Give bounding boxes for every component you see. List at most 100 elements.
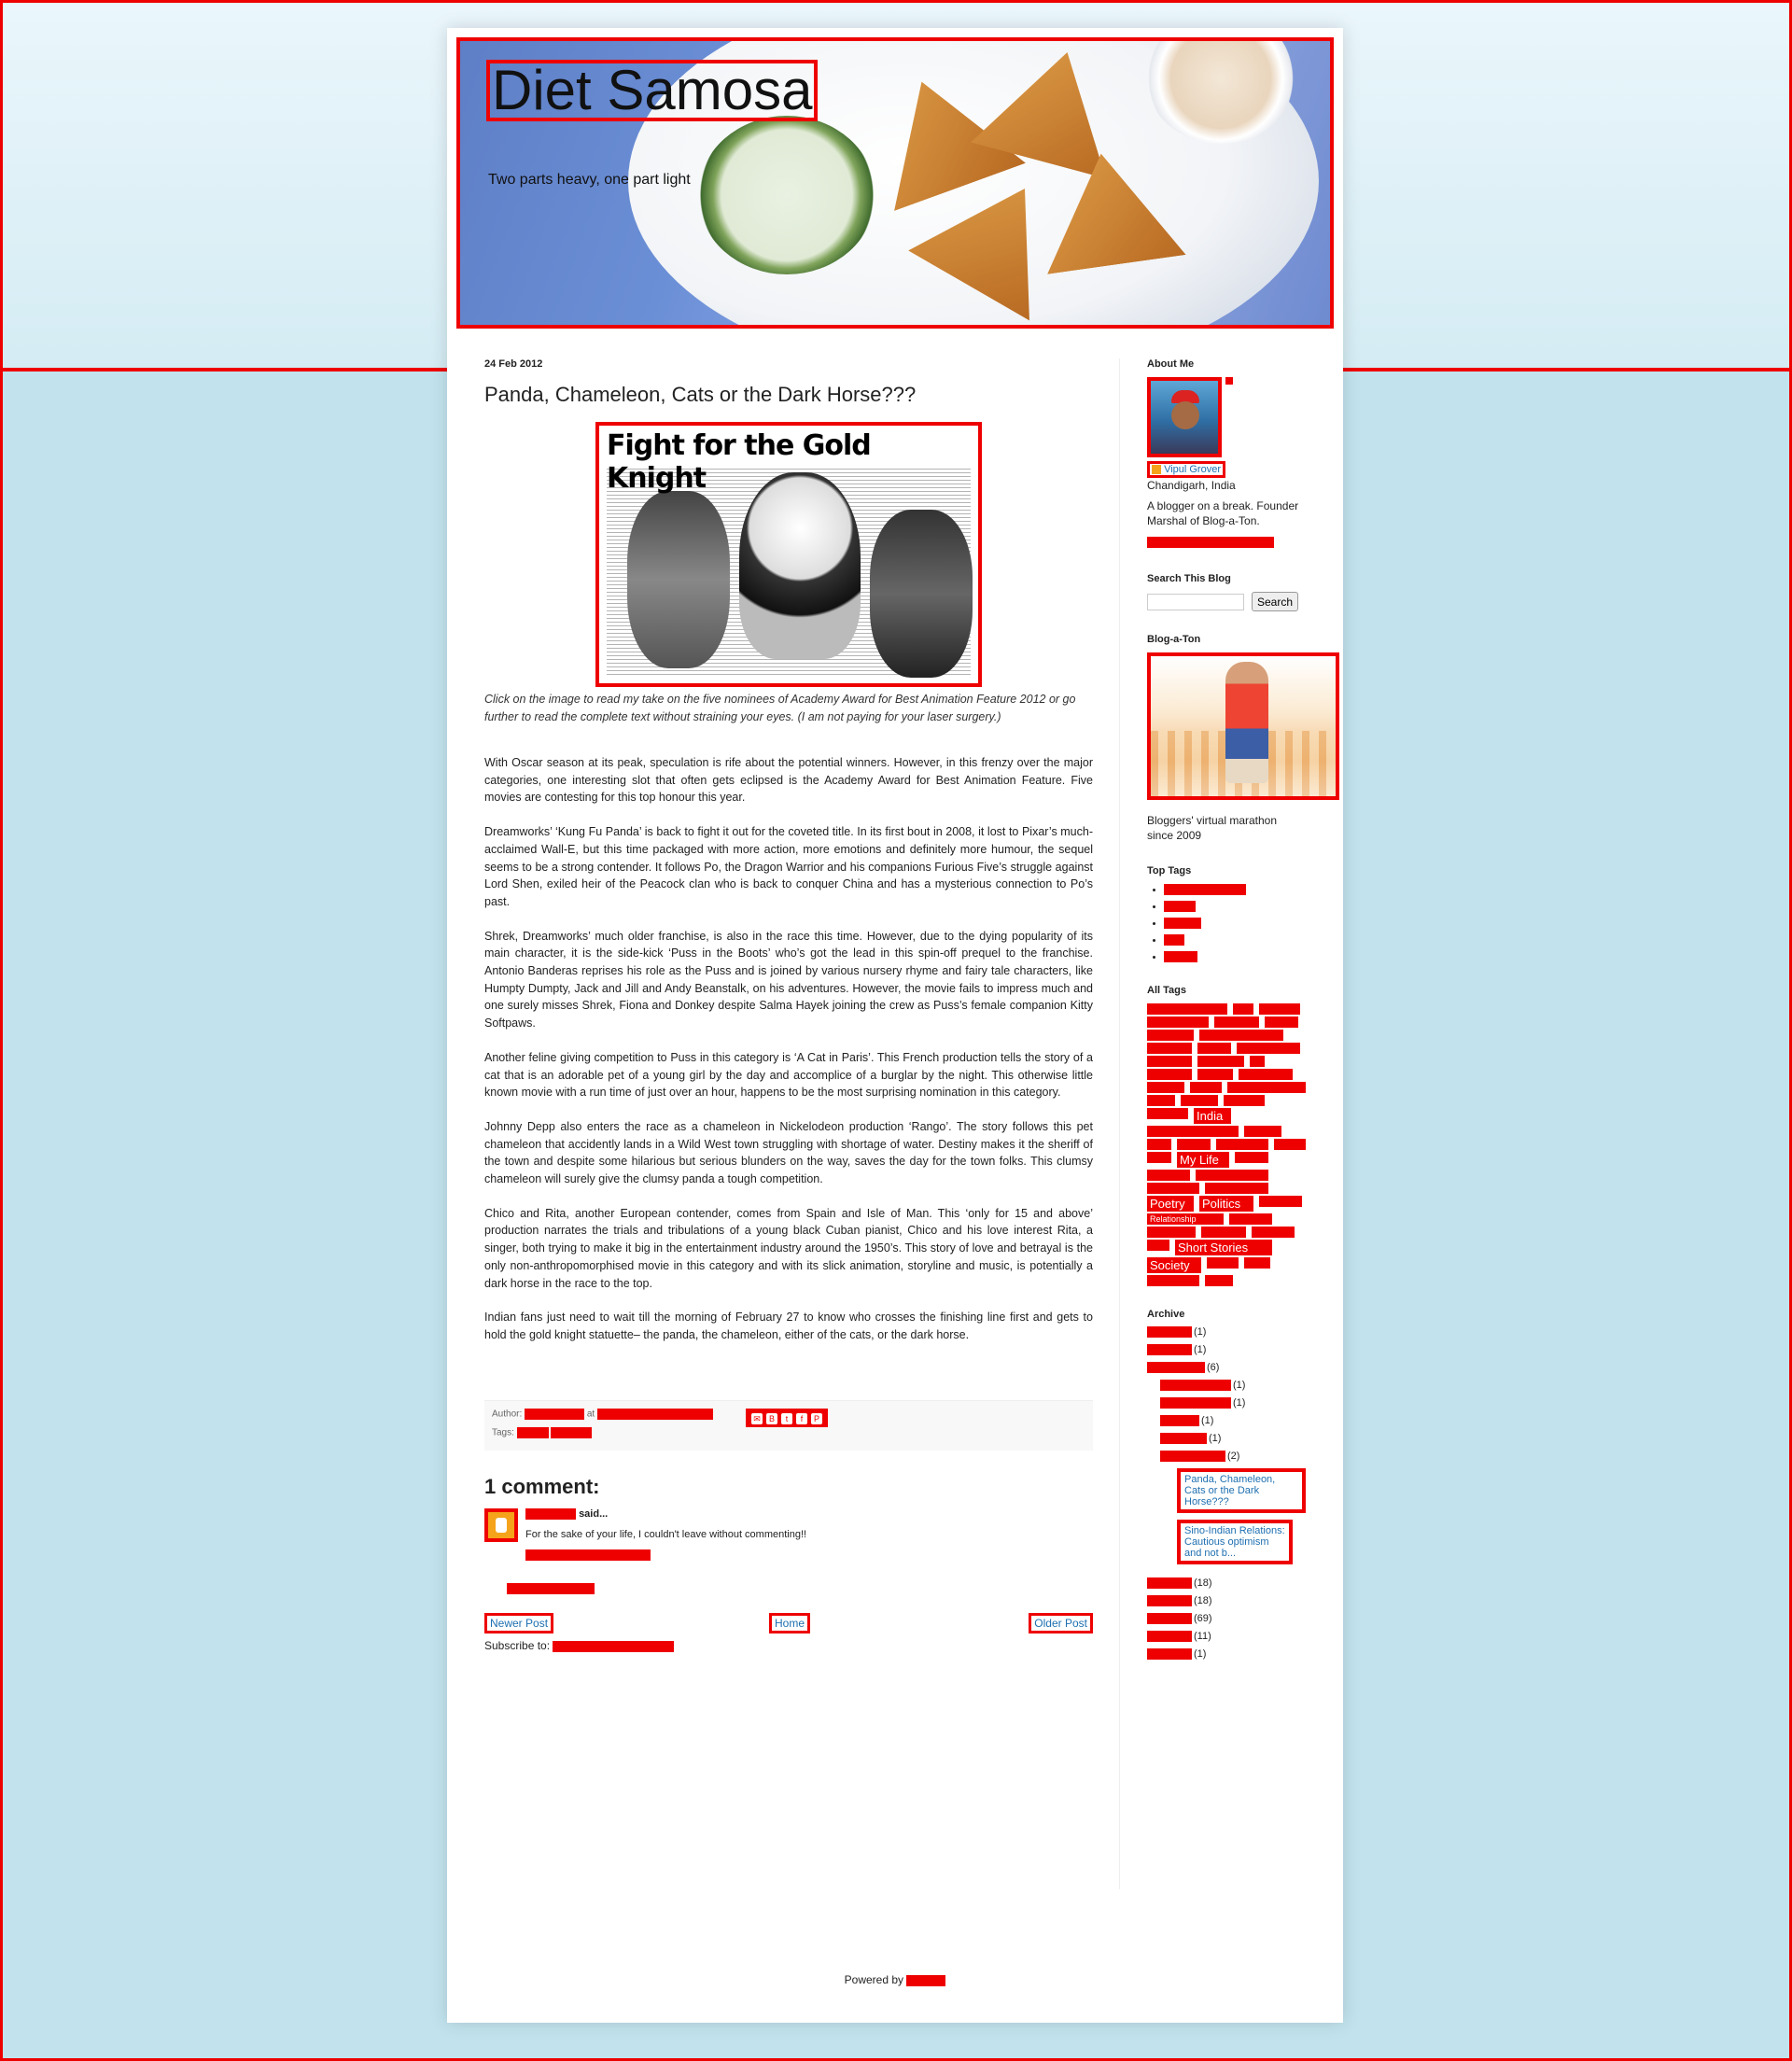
tag-link[interactable]	[1147, 1082, 1184, 1093]
profile-name-link[interactable]: Vipul Grover	[1147, 461, 1225, 478]
tag-link[interactable]	[1224, 1095, 1265, 1106]
archive-month-link[interactable]	[1160, 1380, 1231, 1391]
email-icon[interactable]: ✉	[751, 1412, 763, 1424]
tag-link[interactable]: Politics	[1199, 1196, 1253, 1212]
tag-link[interactable]	[1244, 1126, 1281, 1137]
tag-link[interactable]	[1237, 1043, 1300, 1054]
comment-author-link[interactable]	[525, 1507, 576, 1520]
archive-year-link[interactable]	[1147, 1577, 1192, 1589]
archive-year-link[interactable]	[1147, 1344, 1192, 1355]
tag-link[interactable]	[1216, 1139, 1268, 1150]
view-profile-link[interactable]	[1147, 536, 1274, 548]
tag-link[interactable]	[1177, 1139, 1211, 1150]
tag-link[interactable]	[1235, 1152, 1268, 1163]
tag-link[interactable]: Relationship	[1147, 1213, 1224, 1225]
profile-photo[interactable]	[1147, 377, 1222, 457]
archive-year-link[interactable]	[1147, 1631, 1192, 1642]
archive-year-link[interactable]	[1147, 1595, 1192, 1606]
tag-link[interactable]	[1181, 1095, 1218, 1106]
tag-link[interactable]	[1147, 1043, 1192, 1054]
search-button[interactable]: Search	[1252, 592, 1299, 611]
tag-link[interactable]	[1199, 1030, 1283, 1041]
tag-link[interactable]	[1147, 1003, 1227, 1015]
tag-link[interactable]	[1147, 1139, 1171, 1150]
archive-year-link[interactable]	[1147, 1648, 1192, 1660]
blogaton-image[interactable]	[1147, 652, 1339, 800]
tag-link[interactable]	[1259, 1003, 1300, 1015]
tag-link[interactable]: India	[1194, 1108, 1231, 1124]
tag-link[interactable]	[1147, 1095, 1175, 1106]
tag-link[interactable]	[1244, 1257, 1270, 1269]
tag-link[interactable]	[1250, 1056, 1265, 1067]
about-me-widget: About Me Vipul Grover Chandigarh, India …	[1147, 358, 1324, 551]
top-tag-link[interactable]	[1164, 884, 1246, 895]
comment-item: said... For the sake of your life, I cou…	[484, 1507, 1093, 1566]
top-tag-link[interactable]	[1164, 951, 1197, 962]
tag-link[interactable]	[1147, 1016, 1209, 1028]
tag-link[interactable]	[1147, 1275, 1199, 1286]
tag-link[interactable]	[1147, 1108, 1188, 1119]
tag-link[interactable]: My Life	[1177, 1152, 1229, 1168]
tag-link[interactable]	[1233, 1003, 1253, 1015]
tag-link[interactable]	[1239, 1069, 1293, 1080]
tag-link[interactable]	[1214, 1016, 1259, 1028]
archive-year-link[interactable]	[1147, 1362, 1205, 1373]
tag-link[interactable]	[1147, 1152, 1171, 1163]
tag-link[interactable]	[1229, 1213, 1272, 1225]
archive-post-link[interactable]: Sino-Indian Relations: Cautious optimism…	[1177, 1520, 1293, 1564]
post-tag-link[interactable]	[516, 1426, 549, 1438]
blogthis-icon[interactable]: B	[766, 1412, 777, 1424]
twitter-icon[interactable]: t	[781, 1412, 792, 1424]
archive-year-link[interactable]	[1147, 1613, 1192, 1624]
tag-link[interactable]	[1147, 1056, 1192, 1067]
tag-link[interactable]	[1205, 1183, 1268, 1194]
tag-link[interactable]	[1205, 1275, 1233, 1286]
tag-link[interactable]	[1197, 1069, 1233, 1080]
tag-link[interactable]	[1196, 1170, 1268, 1181]
post-a-comment-link[interactable]	[507, 1583, 595, 1595]
tag-link[interactable]: Poetry	[1147, 1196, 1194, 1212]
tag-link[interactable]	[1259, 1196, 1302, 1207]
archive-post-link[interactable]: Panda, Chameleon, Cats or the Dark Horse…	[1177, 1468, 1306, 1513]
archive-month-link[interactable]	[1160, 1433, 1207, 1444]
author-link[interactable]	[525, 1408, 585, 1420]
tag-link[interactable]: Short Stories	[1175, 1240, 1272, 1255]
tag-link[interactable]	[1197, 1056, 1244, 1067]
archive-year-link[interactable]	[1147, 1326, 1192, 1338]
top-tag-link[interactable]	[1164, 918, 1201, 929]
search-input[interactable]	[1147, 593, 1244, 610]
tag-link[interactable]	[1147, 1227, 1196, 1238]
older-post-link[interactable]: Older Post	[1029, 1612, 1093, 1633]
pinterest-icon[interactable]: P	[811, 1412, 822, 1424]
tag-link[interactable]	[1227, 1082, 1306, 1093]
tag-link[interactable]	[1147, 1183, 1199, 1194]
home-link[interactable]: Home	[769, 1612, 811, 1633]
post-comments-atom-link[interactable]	[553, 1640, 675, 1652]
tag-link[interactable]	[1197, 1043, 1231, 1054]
tag-link[interactable]	[1201, 1227, 1246, 1238]
tag-link[interactable]	[1147, 1030, 1194, 1041]
archive-month-link[interactable]	[1160, 1451, 1225, 1462]
archive-month-link[interactable]	[1160, 1415, 1199, 1426]
tag-link[interactable]	[1207, 1257, 1239, 1269]
top-tag-link[interactable]	[1164, 901, 1196, 912]
blogger-link[interactable]	[906, 1974, 946, 1986]
tag-link[interactable]	[1147, 1170, 1190, 1181]
post-tag-link[interactable]	[551, 1426, 593, 1438]
tag-link[interactable]	[1147, 1240, 1169, 1251]
post-image[interactable]: Fight for the Gold Knight	[595, 422, 982, 687]
tag-link[interactable]	[1265, 1016, 1298, 1028]
comment-timestamp-link[interactable]	[525, 1549, 651, 1562]
tag-link[interactable]	[1147, 1126, 1239, 1137]
blog-title[interactable]: Diet Samosa	[486, 60, 819, 121]
tag-link[interactable]	[1190, 1082, 1222, 1093]
tag-link[interactable]	[1274, 1139, 1306, 1150]
top-tag-link[interactable]	[1164, 934, 1184, 946]
tag-link[interactable]	[1147, 1069, 1192, 1080]
archive-month-link[interactable]	[1160, 1397, 1231, 1409]
newer-post-link[interactable]: Newer Post	[484, 1612, 554, 1633]
tag-link[interactable]: Society	[1147, 1257, 1201, 1273]
tag-link[interactable]	[1252, 1227, 1295, 1238]
post-timestamp-link[interactable]	[596, 1408, 713, 1420]
facebook-icon[interactable]: f	[796, 1412, 807, 1424]
